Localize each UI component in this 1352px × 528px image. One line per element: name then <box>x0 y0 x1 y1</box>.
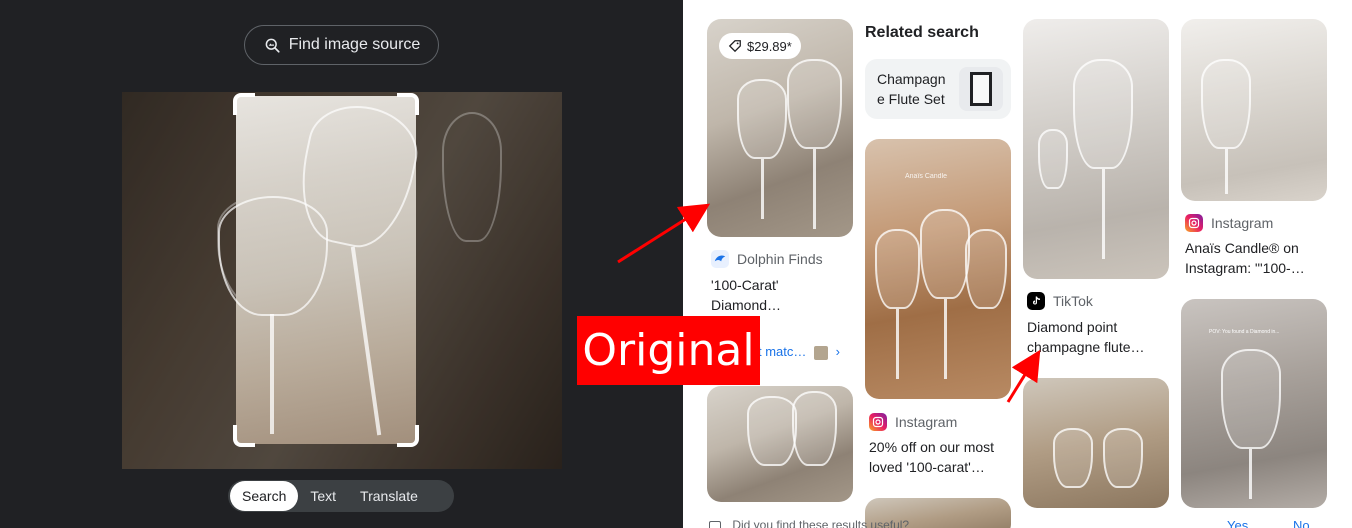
result-source-1[interactable]: Dolphin Finds <box>711 250 823 268</box>
instagram-icon <box>1185 214 1203 232</box>
result-title-line: 20% off on our most <box>869 439 995 455</box>
crop-handle-bottom-right[interactable] <box>397 425 419 447</box>
glass-stem <box>896 309 899 379</box>
source-name: Instagram <box>895 414 958 430</box>
result-title-line: '100-Carat' <box>711 277 779 293</box>
dolphin-icon <box>711 250 729 268</box>
crop-handle-bottom-left[interactable] <box>233 425 255 447</box>
tab-search[interactable]: Search <box>230 481 299 511</box>
source-name: TikTok <box>1053 293 1093 309</box>
result-image-8[interactable]: POV: You found a Diamond in... <box>1181 299 1327 508</box>
glass-stem <box>1249 449 1252 499</box>
query-image-pane: Find image source Search Text Translate <box>0 0 683 528</box>
tab-text[interactable]: Text <box>298 481 348 511</box>
glass-stem <box>944 299 947 379</box>
price-tag-icon <box>728 40 741 53</box>
glass-shape <box>965 229 1007 309</box>
glass-shape <box>737 79 787 159</box>
crop-handle-top-left[interactable] <box>233 93 255 115</box>
source-name: Instagram <box>1211 215 1274 231</box>
result-image-7[interactable] <box>1023 378 1169 508</box>
results-pane: $29.89* Dolphin Finds '100-Carat' Diamon… <box>683 0 1352 528</box>
result-title-line: loved '100-carat'… <box>869 459 985 475</box>
crop-selection[interactable] <box>218 93 426 447</box>
result-title-4[interactable]: Anaïs Candle® on Instagram: "'100-… <box>1185 238 1305 278</box>
crop-handle-top-right[interactable] <box>397 93 419 115</box>
feedback-no-button[interactable]: No <box>1293 518 1310 528</box>
glass-shape <box>1053 428 1093 488</box>
exact-matches-label: t matc… <box>758 344 807 359</box>
glass-shape <box>1201 59 1251 149</box>
related-search-chip[interactable]: Champagn e Flute Set <box>865 59 1011 119</box>
related-search-heading: Related search <box>865 24 979 41</box>
glass-shape <box>875 229 920 309</box>
mode-tabs: Search Text Translate <box>228 480 454 512</box>
result-source-3[interactable]: TikTok <box>1027 292 1093 310</box>
glass-shape <box>920 209 970 299</box>
glass-stem <box>1102 169 1105 259</box>
google-lens-page: Find image source Search Text Translate <box>0 0 1352 528</box>
result-image-3[interactable] <box>1023 19 1169 279</box>
feedback-question-text: Did you find these results useful? <box>732 518 910 528</box>
glass-shape <box>787 59 842 149</box>
find-image-source-button[interactable]: Find image source <box>244 25 439 65</box>
result-title-3[interactable]: Diamond point champagne flute… <box>1027 317 1145 357</box>
image-overlay-text: Anaïs Candle <box>905 173 948 180</box>
chip-thumbnail <box>959 67 1003 111</box>
glass-shape <box>792 391 837 466</box>
result-title-line: Diamond… <box>711 297 782 313</box>
original-annotation-label: Original <box>577 316 760 385</box>
glass-stem <box>761 159 764 219</box>
glass-stem <box>350 246 382 436</box>
query-image <box>122 92 562 469</box>
image-search-icon <box>265 38 280 53</box>
chevron-right-icon: › <box>835 344 840 359</box>
result-source-4[interactable]: Instagram <box>1185 214 1273 232</box>
glass-shape <box>1073 59 1133 169</box>
glass-shape <box>442 112 502 242</box>
result-image-4[interactable] <box>1181 19 1327 201</box>
result-title-2[interactable]: 20% off on our most loved '100-carat'… <box>869 437 994 477</box>
result-title-1[interactable]: '100-Carat' Diamond… <box>711 275 781 315</box>
glass-stem <box>270 314 274 434</box>
price-label: $29.89* <box>747 38 792 54</box>
result-source-2[interactable]: Instagram <box>869 413 957 431</box>
glass-shape <box>747 396 797 466</box>
glass-stem <box>813 149 816 229</box>
result-image-1[interactable]: $29.89* <box>707 19 853 237</box>
feedback-icon <box>709 520 721 528</box>
feedback-question: Did you find these results useful? <box>709 518 909 528</box>
result-title-line: champagne flute… <box>1027 339 1145 355</box>
result-image-5[interactable] <box>707 386 853 502</box>
glass-shape <box>1038 129 1068 189</box>
image-overlay-text: POV: You found a Diamond in... <box>1209 329 1280 335</box>
glass-shape <box>1221 349 1281 449</box>
tab-translate[interactable]: Translate <box>348 481 430 511</box>
product-box-icon <box>970 72 992 106</box>
result-title-line: Diamond point <box>1027 319 1118 335</box>
result-image-2[interactable]: Anaïs Candle <box>865 139 1011 399</box>
exact-match-thumbnail <box>814 345 829 360</box>
chip-label-line: e Flute Set <box>877 91 945 107</box>
feedback-yes-button[interactable]: Yes <box>1227 518 1248 528</box>
instagram-icon <box>869 413 887 431</box>
result-title-line: Anaïs Candle® on <box>1185 240 1299 256</box>
glass-shape <box>1103 428 1143 488</box>
source-name: Dolphin Finds <box>737 251 823 267</box>
result-title-line: Instagram: "'100-… <box>1185 260 1305 276</box>
chip-label-line: Champagn <box>877 71 946 87</box>
exact-matches-link[interactable]: t matc… › <box>758 344 840 360</box>
price-badge: $29.89* <box>719 33 801 59</box>
glass-stem <box>1225 149 1228 194</box>
tiktok-icon <box>1027 292 1045 310</box>
find-image-source-label: Find image source <box>288 36 421 53</box>
